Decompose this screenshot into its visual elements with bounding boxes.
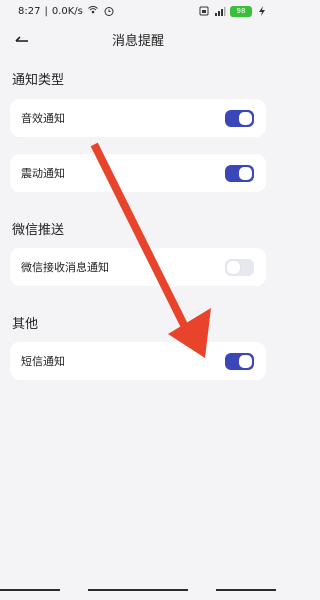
battery-level: 98 [236, 6, 246, 15]
nav-indicator-left [0, 589, 60, 591]
sound-notification-toggle[interactable] [225, 110, 254, 127]
vibration-notification-toggle[interactable] [225, 165, 254, 182]
setting-label: 短信通知 [21, 355, 65, 368]
battery-icon: 98 [230, 5, 252, 17]
toggle-knob [227, 261, 240, 274]
status-time: 8:27 [18, 5, 41, 17]
setting-row-sms: 短信通知 [10, 342, 266, 380]
toggle-knob [239, 112, 252, 125]
section-title-other: 其他 [12, 317, 39, 332]
signal-icon [214, 5, 226, 17]
status-right: 98 [198, 5, 268, 17]
status-bar: 8:27 | 0.0K/s 98 [0, 0, 276, 24]
alarm-icon [103, 5, 115, 17]
section-title-wechat-push: 微信推送 [12, 223, 65, 238]
annotation-arrow [90, 142, 211, 358]
home-indicator[interactable] [88, 589, 188, 591]
section-title-notification-type: 通知类型 [12, 73, 65, 88]
setting-label: 微信接收消息通知 [21, 261, 109, 274]
setting-row-sound: 音效通知 [10, 99, 266, 137]
sim-icon [198, 5, 210, 17]
wifi-hotspot-icon [87, 5, 99, 17]
page-title: 消息提醒 [111, 34, 164, 49]
toggle-knob [239, 167, 252, 180]
status-divider: | [44, 5, 48, 17]
setting-label: 音效通知 [21, 112, 65, 125]
wechat-message-toggle[interactable] [225, 259, 254, 276]
charging-icon [256, 5, 268, 17]
toggle-knob [239, 355, 252, 368]
setting-row-wechat: 微信接收消息通知 [10, 248, 266, 286]
network-speed: 0.0K/s [51, 5, 83, 17]
nav-indicator-right [216, 589, 276, 591]
sms-notification-toggle[interactable] [225, 353, 254, 370]
status-left: 8:27 | 0.0K/s [18, 5, 115, 17]
header: 消息提醒 [0, 24, 276, 54]
system-nav-bar [0, 580, 276, 600]
setting-label: 震动通知 [21, 167, 65, 180]
setting-row-vibration: 震动通知 [10, 154, 266, 192]
